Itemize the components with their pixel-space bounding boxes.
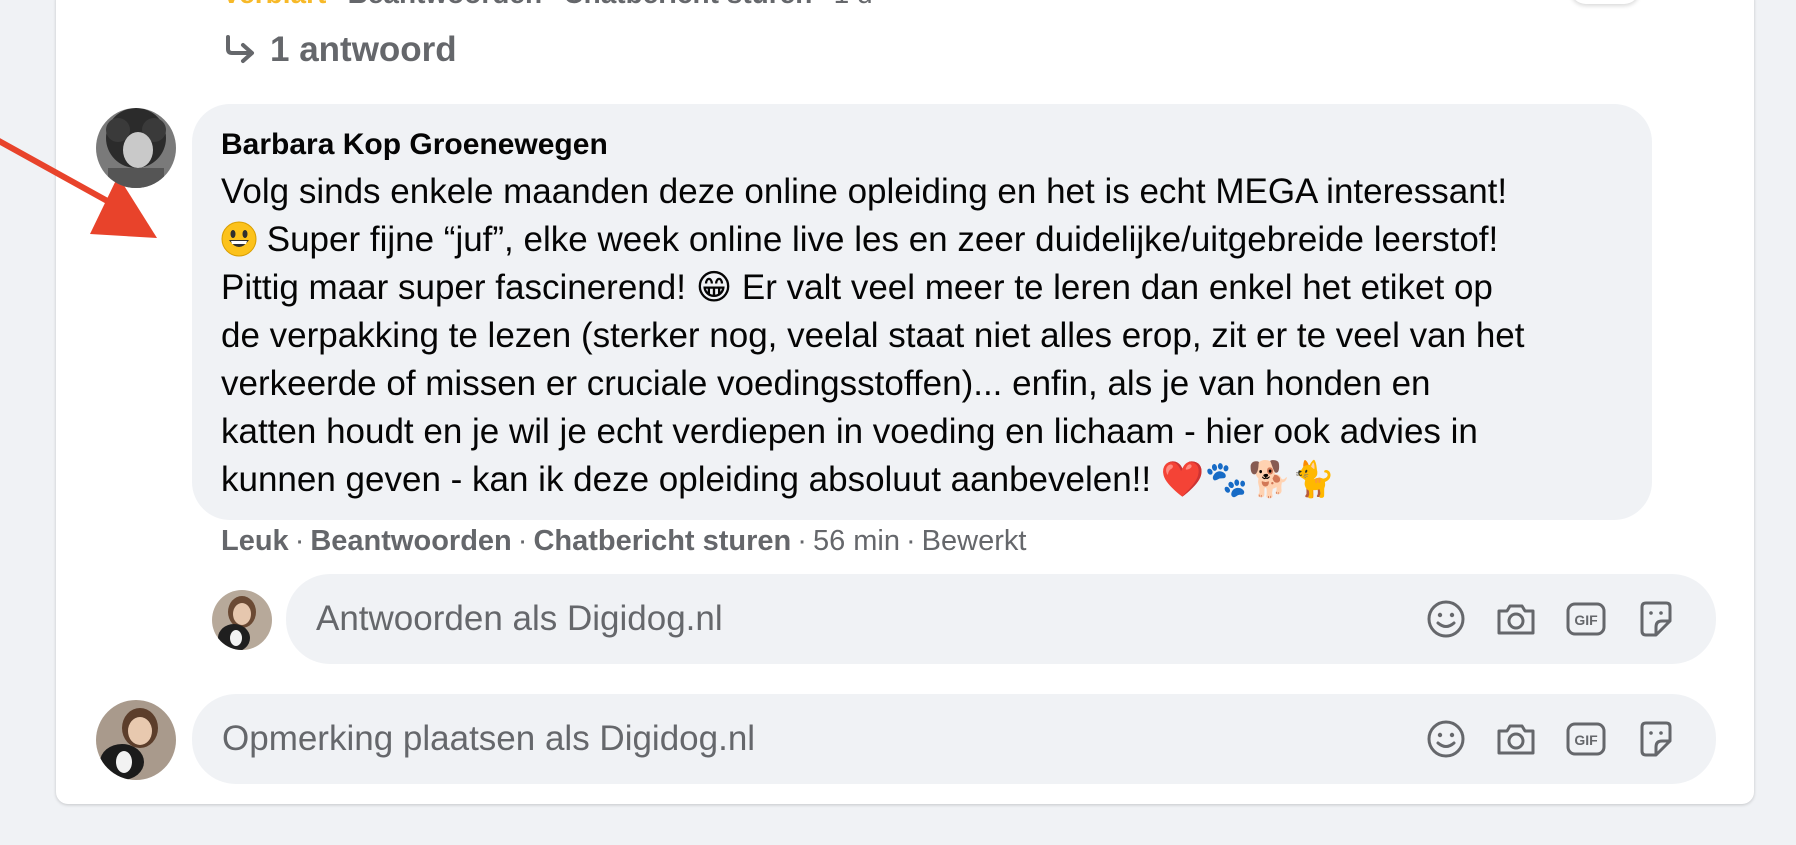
- comment-line-4: de verpakking te lezen (sterker nog, vee…: [221, 316, 1525, 355]
- gif-icon[interactable]: GIF: [1551, 719, 1621, 759]
- previous-timestamp: 1 d: [834, 0, 873, 9]
- edited-label: Bewerkt: [921, 525, 1027, 557]
- camera-icon[interactable]: [1481, 599, 1551, 639]
- comment-text: Volg sinds enkele maanden deze online op…: [221, 168, 1525, 504]
- previous-like-link[interactable]: Verbiart: [222, 0, 326, 9]
- smiley-emoji-icon: [221, 221, 257, 257]
- camera-icon[interactable]: [1481, 719, 1551, 759]
- previous-comment-actions: Verbiart·Beantwoorden·Chatbericht sturen…: [222, 0, 873, 10]
- author-avatar[interactable]: [96, 108, 176, 188]
- replies-count-label: 1 antwoord: [270, 30, 457, 69]
- sticker-icon[interactable]: [1621, 599, 1691, 639]
- comment-line-5: verkeerde of missen er cruciale voedings…: [221, 364, 1431, 403]
- comment-line-1: Volg sinds enkele maanden deze online op…: [221, 172, 1508, 211]
- reply-link[interactable]: Beantwoorden: [310, 525, 511, 557]
- comment-input[interactable]: Opmerking plaatsen als Digidog.nl GIF: [192, 694, 1716, 784]
- smiley-icon[interactable]: [1411, 719, 1481, 759]
- reply-input[interactable]: Antwoorden als Digidog.nl GIF: [286, 574, 1716, 664]
- previous-reply-link[interactable]: Beantwoorden: [348, 0, 542, 9]
- reply-input-placeholder: Antwoorden als Digidog.nl: [316, 599, 723, 638]
- reply-input-tools: GIF: [1411, 574, 1691, 664]
- view-replies-link[interactable]: 1 antwoord: [222, 30, 457, 70]
- comment-author-name[interactable]: Barbara Kop Groenewegen: [221, 128, 608, 162]
- like-link[interactable]: Leuk: [221, 525, 289, 557]
- comment-line-6: katten houdt en je wil je echt verdiepen…: [221, 412, 1478, 451]
- comment-line-2: Super fijne “juf”, elke week online live…: [221, 216, 1525, 264]
- chat-link[interactable]: Chatbericht sturen: [533, 525, 791, 557]
- gif-icon[interactable]: GIF: [1551, 599, 1621, 639]
- svg-text:GIF: GIF: [1574, 612, 1598, 628]
- comment-input-tools: GIF: [1411, 694, 1691, 784]
- reply-user-avatar: [212, 590, 272, 650]
- comment-line-7: kunnen geven - kan ik deze opleiding abs…: [221, 460, 1336, 500]
- svg-text:GIF: GIF: [1574, 732, 1598, 748]
- comment-timestamp[interactable]: 56 min: [813, 525, 900, 557]
- heart-paw-dog-cat-emoji-icons: ❤️🐾🐕🐈: [1160, 460, 1336, 500]
- previous-chat-link[interactable]: Chatbericht sturen: [563, 0, 812, 9]
- grin-emoji-icon: 😁: [695, 268, 733, 308]
- sticker-icon[interactable]: [1621, 719, 1691, 759]
- commenter-avatar: [96, 700, 176, 780]
- comment-line-3: Pittig maar super fascinerend! 😁 Er valt…: [221, 268, 1493, 308]
- comment-input-placeholder: Opmerking plaatsen als Digidog.nl: [222, 719, 756, 758]
- reply-arrow-icon: [222, 35, 258, 65]
- comment-actions: Leuk · Beantwoorden · Chatbericht sturen · 56 …: [221, 525, 1027, 557]
- smiley-icon[interactable]: [1411, 599, 1481, 639]
